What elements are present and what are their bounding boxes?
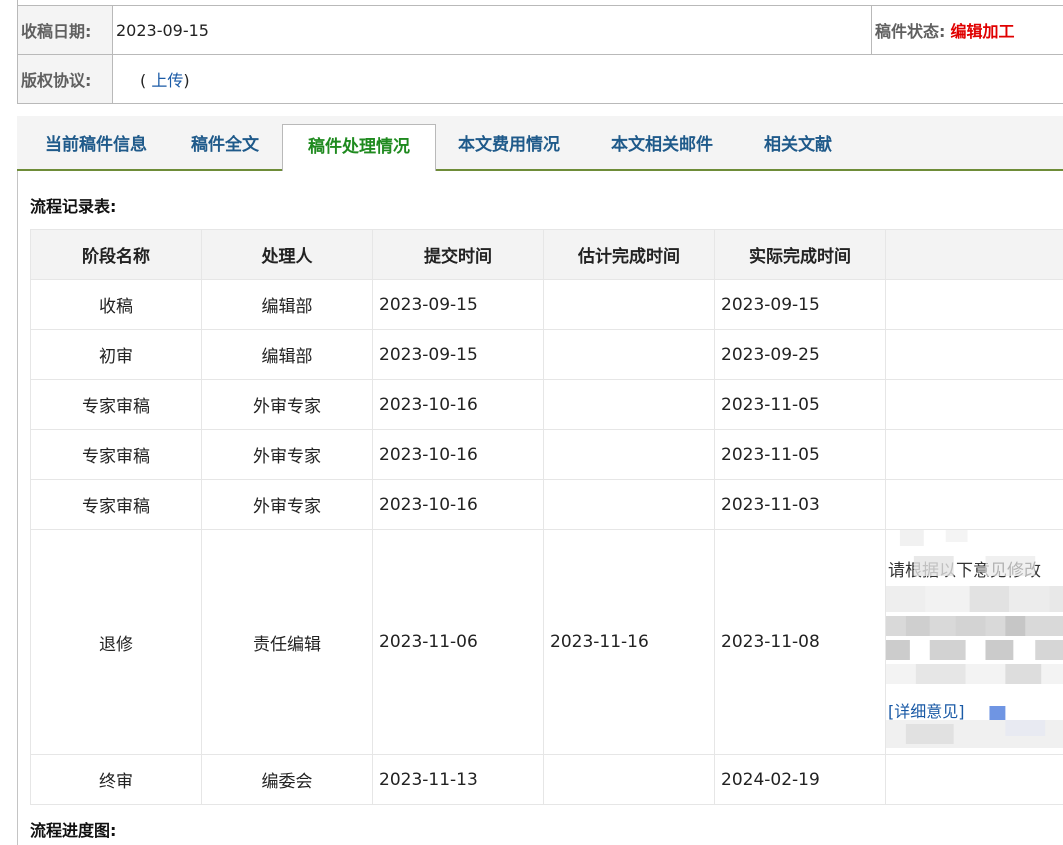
stage-cell: 专家审稿 (30, 479, 202, 530)
actual-cell: 2024-02-19 (714, 754, 886, 805)
column-header-estimated: 估计完成时间 (543, 229, 715, 280)
handler-cell: 责任编辑 (201, 529, 373, 755)
manuscript-info-table: 收稿日期: 2023-09-15 稿件状态: 编辑加工 版权协议: ( 上传) (16, 0, 1063, 104)
received-date-value: 2023-09-15 (112, 5, 872, 55)
revision-remark: 请根据以下意见修改 [详细意见] (886, 530, 1063, 754)
tab-related-literature[interactable]: 相关文献 (750, 123, 846, 169)
status-value: 编辑加工 (950, 22, 1015, 41)
estimated-cell (543, 479, 715, 530)
remarks-cell (885, 329, 1063, 380)
table-row: 终审 编委会 2023-11-13 2024-02-19 (30, 754, 1063, 805)
submitted-cell: 2023-11-06 (372, 529, 544, 755)
detailed-opinion-link[interactable]: [详细意见] (888, 698, 965, 722)
stage-cell: 专家审稿 (30, 379, 202, 430)
submitted-cell: 2023-10-16 (372, 429, 544, 480)
remarks-cell (885, 279, 1063, 330)
tab-bar: 当前稿件信息 稿件全文 稿件处理情况 本文费用情况 本文相关邮件 相关文献 (17, 116, 1063, 172)
submitted-cell: 2023-10-16 (372, 479, 544, 530)
copyright-paren-close: ) (183, 71, 190, 90)
stage-cell: 终审 (30, 754, 202, 805)
table-row: 初审 编辑部 2023-09-15 2023-09-25 (30, 329, 1063, 380)
flow-record-title: 流程记录表: (30, 197, 117, 216)
actual-cell: 2023-11-08 (714, 529, 886, 755)
tab-fee-status[interactable]: 本文费用情况 (444, 123, 574, 169)
tab-processing-status[interactable]: 稿件处理情况 (282, 124, 436, 172)
flow-record-table: 阶段名称 处理人 提交时间 估计完成时间 实际完成时间 收稿 编辑部 2023-… (30, 229, 1063, 805)
copyright-label: 版权协议: (17, 54, 113, 104)
handler-cell: 编委会 (201, 754, 373, 805)
remarks-cell (885, 754, 1063, 805)
received-date-label: 收稿日期: (17, 5, 113, 55)
tab-current-manuscript-info[interactable]: 当前稿件信息 (23, 123, 169, 169)
estimated-cell (543, 329, 715, 380)
table-row: 收稿 编辑部 2023-09-15 2023-09-15 (30, 279, 1063, 330)
handler-cell: 编辑部 (201, 279, 373, 330)
table-header-row: 阶段名称 处理人 提交时间 估计完成时间 实际完成时间 (30, 229, 1063, 280)
estimated-cell (543, 279, 715, 330)
remarks-cell (885, 379, 1063, 430)
submitted-cell: 2023-09-15 (372, 329, 544, 380)
actual-cell: 2023-11-05 (714, 429, 886, 480)
estimated-cell: 2023-11-16 (543, 529, 715, 755)
upload-link[interactable]: 上传 (151, 71, 183, 90)
copyright-paren-open: ( (140, 71, 147, 90)
remarks-cell (885, 429, 1063, 480)
remarks-cell: 请根据以下意见修改 [详细意见] (885, 529, 1063, 755)
progress-chart-title: 流程进度图: (30, 821, 117, 840)
estimated-cell (543, 379, 715, 430)
submitted-cell: 2023-09-15 (372, 279, 544, 330)
column-header-stage: 阶段名称 (30, 229, 202, 280)
stage-cell: 初审 (30, 329, 202, 380)
estimated-cell (543, 429, 715, 480)
handler-cell: 外审专家 (201, 479, 373, 530)
actual-cell: 2023-09-15 (714, 279, 886, 330)
submitted-cell: 2023-11-13 (372, 754, 544, 805)
actual-cell: 2023-09-25 (714, 329, 886, 380)
column-header-handler: 处理人 (201, 229, 373, 280)
stage-cell: 退修 (30, 529, 202, 755)
handler-cell: 外审专家 (201, 379, 373, 430)
estimated-cell (543, 754, 715, 805)
column-header-actual: 实际完成时间 (714, 229, 886, 280)
stage-cell: 专家审稿 (30, 429, 202, 480)
column-header-remarks (885, 229, 1063, 280)
submitted-cell: 2023-10-16 (372, 379, 544, 430)
table-row: 专家审稿 外审专家 2023-10-16 2023-11-05 (30, 429, 1063, 480)
actual-cell: 2023-11-03 (714, 479, 886, 530)
handler-cell: 外审专家 (201, 429, 373, 480)
remarks-cell (885, 479, 1063, 530)
table-row: 专家审稿 外审专家 2023-10-16 2023-11-05 (30, 379, 1063, 430)
column-header-submitted: 提交时间 (372, 229, 544, 280)
status-cell: 稿件状态: 编辑加工 (870, 5, 1063, 55)
table-row: 退修 责任编辑 2023-11-06 2023-11-16 2023-11-08… (30, 529, 1063, 755)
status-label: 稿件状态: (875, 22, 946, 41)
table-row: 专家审稿 外审专家 2023-10-16 2023-11-03 (30, 479, 1063, 530)
actual-cell: 2023-11-05 (714, 379, 886, 430)
handler-cell: 编辑部 (201, 329, 373, 380)
tab-full-text[interactable]: 稿件全文 (177, 123, 273, 169)
stage-cell: 收稿 (30, 279, 202, 330)
copyright-value: ( 上传) (111, 54, 1063, 104)
tab-related-emails[interactable]: 本文相关邮件 (597, 123, 727, 169)
